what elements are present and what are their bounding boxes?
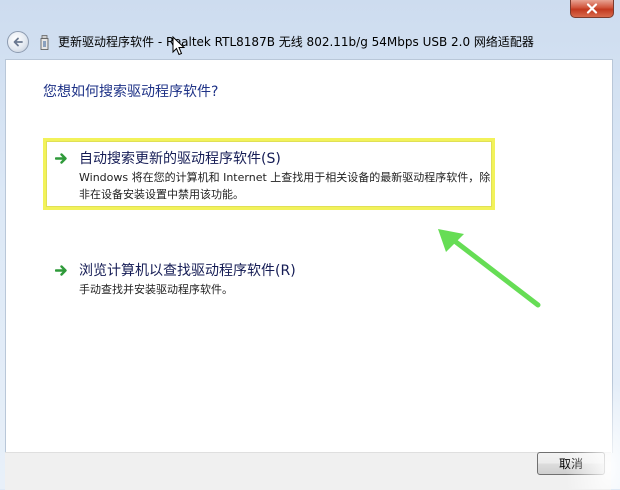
option-auto-search[interactable]: 自动搜索更新的驱动程序软件(S) Windows 将在您的计算机和 Intern… xyxy=(43,138,495,210)
title-bar: 更新驱动程序软件 - Realtek RTL8187B 无线 802.11b/g… xyxy=(0,26,620,58)
mouse-cursor-icon xyxy=(172,36,186,56)
green-arrow-icon xyxy=(55,265,67,276)
back-arrow-icon xyxy=(13,37,23,47)
option-auto-search-title: 自动搜索更新的驱动程序软件(S) xyxy=(79,151,281,167)
network-adapter-icon xyxy=(40,35,49,50)
window-title: 更新驱动程序软件 - Realtek RTL8187B 无线 802.11b/g… xyxy=(58,35,534,49)
dialog-window: 更新驱动程序软件 - Realtek RTL8187B 无线 802.11b/g… xyxy=(0,0,620,490)
option-browse-computer-title: 浏览计算机以查找驱动程序软件(R) xyxy=(79,263,296,279)
close-button[interactable] xyxy=(570,0,614,18)
page-heading: 您想如何搜索驱动程序软件? xyxy=(43,84,219,100)
option-auto-search-description: Windows 将在您的计算机和 Internet 上查找用于相关设备的最新驱动… xyxy=(79,171,491,201)
cancel-button[interactable]: 取消 xyxy=(537,452,605,475)
annotation-arrow-icon xyxy=(438,229,541,308)
back-button[interactable] xyxy=(7,31,29,53)
footer-bar xyxy=(5,452,611,490)
close-icon xyxy=(586,3,598,14)
green-arrow-icon xyxy=(55,153,67,164)
